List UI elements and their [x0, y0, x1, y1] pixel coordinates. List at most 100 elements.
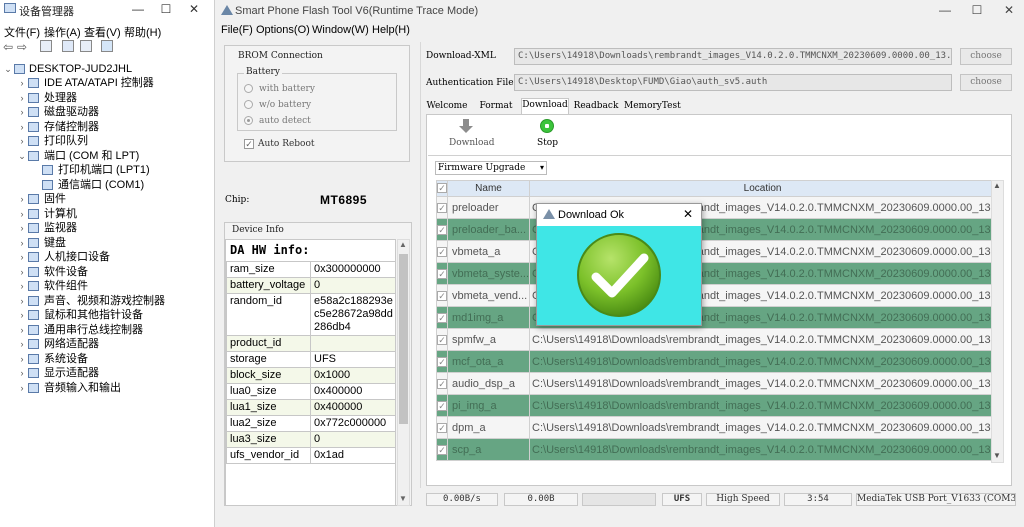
header-check[interactable]: ✓ — [436, 180, 448, 197]
radio-auto-detect[interactable] — [244, 116, 253, 125]
close-button[interactable]: ✕ — [184, 2, 204, 16]
tab-download[interactable]: Download — [521, 98, 569, 114]
chevron-right-icon[interactable]: › — [17, 323, 27, 337]
scroll-down-arrow-icon[interactable]: ▼ — [399, 494, 407, 503]
row-checkbox[interactable]: ✓ — [436, 328, 448, 351]
table-row[interactable]: ✓preloader_ba...C:\Users\14918\Downloads… — [436, 218, 997, 241]
row-checkbox[interactable]: ✓ — [436, 262, 448, 285]
download-arrow-icon[interactable] — [458, 118, 474, 134]
table-row[interactable]: ✓preloaderC:\Users\14918\Downloads\rembr… — [436, 196, 997, 219]
chevron-right-icon[interactable]: › — [17, 207, 27, 221]
table-row[interactable]: ✓md1img_aC:\Users\14918\Downloads\rembra… — [436, 306, 997, 329]
chevron-right-icon[interactable]: › — [17, 192, 27, 206]
chevron-right-icon[interactable]: › — [17, 337, 27, 351]
minimize-button[interactable]: — — [128, 2, 148, 16]
properties-icon[interactable] — [40, 40, 52, 52]
table-row[interactable]: ✓vbmeta_vend...C:\Users\14918\Downloads\… — [436, 284, 997, 307]
view-icon[interactable] — [80, 40, 92, 52]
download-xml-input[interactable]: C:\Users\14918\Downloads\rembrandt_image… — [514, 48, 952, 65]
chevron-right-icon[interactable]: › — [17, 91, 27, 105]
scroll-up-arrow-icon[interactable]: ▲ — [399, 240, 407, 249]
menu-help[interactable]: 帮助(H) — [124, 24, 161, 40]
forward-arrow-icon[interactable]: ⇨ — [17, 40, 27, 54]
chevron-right-icon[interactable]: › — [17, 236, 27, 250]
row-checkbox[interactable]: ✓ — [436, 416, 448, 439]
auth-file-choose-button[interactable]: choose — [960, 74, 1012, 91]
tab-memorytest[interactable]: MemoryTest — [624, 100, 681, 114]
partition-location: C:\Users\14918\Downloads\rembrandt_image… — [529, 438, 997, 461]
chevron-right-icon[interactable]: › — [17, 279, 27, 293]
table-row[interactable]: ✓ spmfw_a C:\Users\14918\Downloads\rembran… — [436, 328, 997, 351]
scrollbar-thumb[interactable] — [399, 254, 408, 424]
tab-readback[interactable]: Readback — [573, 100, 619, 114]
table-row[interactable]: ✓vbmeta_syste...C:\Users\14918\Downloads… — [436, 262, 997, 285]
radio-without-battery[interactable] — [244, 100, 253, 109]
row-checkbox[interactable]: ✓ — [436, 196, 448, 219]
maximize-button[interactable]: ☐ — [156, 2, 176, 16]
firmware-mode-select[interactable]: Firmware Upgrade ▾ — [435, 161, 547, 175]
chevron-right-icon[interactable]: › — [17, 105, 27, 119]
chevron-right-icon[interactable]: › — [17, 250, 27, 264]
chevron-right-icon[interactable]: › — [17, 134, 27, 148]
chevron-right-icon[interactable]: › — [17, 308, 27, 322]
dialog-close-button[interactable]: ✕ — [683, 207, 693, 221]
help-icon[interactable] — [62, 40, 74, 52]
table-row[interactable]: ✓ mcf_ota_a C:\Users\14918\Downloads\rembr… — [436, 350, 997, 373]
header-name[interactable]: Name — [446, 180, 531, 197]
row-checkbox[interactable]: ✓ — [436, 394, 448, 417]
chevron-right-icon[interactable]: › — [17, 381, 27, 395]
table-row[interactable]: ✓vbmeta_aC:\Users\14918\Downloads\rembra… — [436, 240, 997, 263]
menu-view[interactable]: 查看(V) — [84, 24, 121, 40]
partition-name: mcf_ota_a — [446, 350, 531, 373]
menu-action[interactable]: 操作(A) — [44, 24, 81, 40]
grid-scrollbar[interactable]: ▲ ▼ — [991, 180, 1004, 463]
table-row[interactable]: ✓ scp_a C:\Users\14918\Downloads\rembrandt… — [436, 438, 997, 461]
device-info-panel: DA HW info: ram_size 0x300000000 battery_v… — [225, 239, 396, 506]
menu-file[interactable]: File(F) — [221, 24, 253, 36]
row-checkbox[interactable]: ✓ — [436, 240, 448, 263]
menu-options[interactable]: Options(O) — [256, 24, 310, 36]
tab-format[interactable]: Format — [475, 100, 517, 114]
table-row[interactable]: ✓ pi_img_a C:\Users\14918\Downloads\rembra… — [436, 394, 997, 417]
chevron-right-icon[interactable]: › — [17, 120, 27, 134]
table-row[interactable]: ✓ dpm_a C:\Users\14918\Downloads\rembrandt… — [436, 416, 997, 439]
download-button-label[interactable]: Download — [449, 138, 495, 148]
row-checkbox[interactable]: ✓ — [436, 438, 448, 461]
device-info-key: ufs_vendor_id — [226, 447, 311, 464]
auth-file-input[interactable]: C:\Users\14918\Desktop\FUMD\Giao\auth_sv… — [514, 74, 952, 91]
stop-icon[interactable] — [540, 119, 554, 133]
download-xml-choose-button[interactable]: choose — [960, 48, 1012, 65]
device-info-row: ufs_vendor_id 0x1ad — [226, 447, 395, 464]
chevron-right-icon[interactable]: › — [17, 352, 27, 366]
stop-button-label[interactable]: Stop — [537, 138, 558, 148]
maximize-button[interactable]: ☐ — [965, 3, 989, 17]
device-info-row: random_id e58a2c188293ec5e28672a98dd286db… — [226, 293, 395, 336]
chevron-right-icon[interactable]: › — [17, 265, 27, 279]
header-location[interactable]: Location — [529, 180, 997, 197]
row-checkbox[interactable]: ✓ — [436, 306, 448, 329]
chevron-down-icon[interactable]: ⌄ — [17, 149, 27, 163]
row-checkbox[interactable]: ✓ — [436, 350, 448, 373]
menu-file[interactable]: 文件(F) — [4, 24, 40, 40]
scroll-up-arrow-icon[interactable]: ▲ — [993, 181, 1001, 190]
tab-welcome[interactable]: Welcome — [426, 100, 468, 114]
minimize-button[interactable]: — — [933, 3, 957, 17]
scroll-down-arrow-icon[interactable]: ▼ — [993, 451, 1001, 460]
chevron-right-icon[interactable]: › — [17, 366, 27, 380]
chevron-right-icon[interactable]: › — [17, 76, 27, 90]
row-checkbox[interactable]: ✓ — [436, 372, 448, 395]
auto-reboot-checkbox[interactable]: ✓ — [244, 139, 254, 149]
row-checkbox[interactable]: ✓ — [436, 284, 448, 307]
device-info-scrollbar[interactable]: ▲ ▼ — [397, 239, 410, 506]
radio-with-battery[interactable] — [244, 84, 253, 93]
chevron-right-icon[interactable]: › — [17, 221, 27, 235]
monitor-icon[interactable] — [101, 40, 113, 52]
back-arrow-icon[interactable]: ⇦ — [3, 40, 13, 54]
menu-window[interactable]: Window(W) — [312, 24, 369, 36]
row-checkbox[interactable]: ✓ — [436, 218, 448, 241]
tree-item-label: 音频输入和输出 — [44, 381, 121, 394]
menu-help[interactable]: Help(H) — [372, 24, 410, 36]
table-row[interactable]: ✓ audio_dsp_a C:\Users\14918\Downloads\rem… — [436, 372, 997, 395]
chevron-right-icon[interactable]: › — [17, 294, 27, 308]
close-button[interactable]: ✕ — [997, 3, 1021, 17]
